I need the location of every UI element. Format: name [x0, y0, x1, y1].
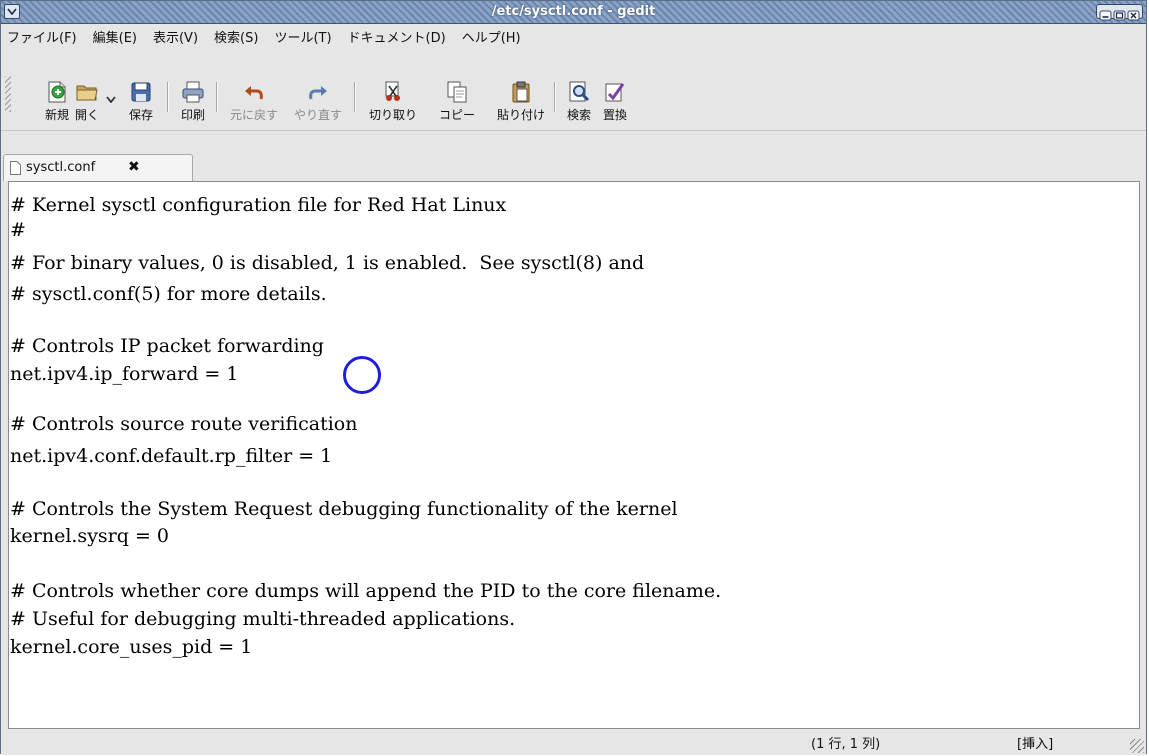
editor-line: # For binary values, 0 is disabled, 1 is…	[10, 252, 645, 274]
toolbar-separator	[554, 82, 556, 112]
replace-button[interactable]: 置換	[597, 80, 633, 124]
highlight-circle	[343, 356, 381, 394]
cut-button[interactable]: 切り取り	[361, 80, 425, 124]
minimize-button[interactable]	[1099, 6, 1112, 21]
editor-line: # Controls IP packet forwarding	[10, 335, 324, 357]
toolbar: 新規 開く 保存 印刷 元に戻す やり直す 切り取り コピー 貼り付け 検索 置…	[1, 48, 1146, 131]
cursor-position: (1 行, 1 列)	[811, 737, 881, 752]
find-button[interactable]: 検索	[561, 80, 597, 124]
editor-line: # Kernel sysctl configuration file for R…	[10, 194, 507, 216]
undo-icon	[245, 86, 263, 100]
search-icon	[569, 81, 590, 102]
window-title: /etc/sysctl.conf - gedit	[491, 4, 656, 19]
menu-tools[interactable]: ツール(T)	[274, 27, 331, 46]
maximize-icon	[1113, 10, 1126, 21]
paste-button[interactable]: 貼り付け	[493, 80, 549, 124]
redo-icon	[309, 86, 327, 100]
undo-button[interactable]: 元に戻す	[223, 80, 285, 124]
menu-bar: ファイル(F) 編集(E) 表示(V) 検索(S) ツール(T) ドキュメント(…	[1, 24, 1146, 48]
editor-line: # sysctl.conf(5) for more details.	[10, 283, 327, 305]
resize-grip[interactable]	[1130, 739, 1144, 753]
save-button[interactable]: 保存	[121, 80, 161, 124]
copy-button[interactable]: コピー	[433, 80, 481, 124]
toolbar-separator	[167, 82, 169, 112]
copy-icon	[447, 81, 467, 103]
tab-label: sysctl.conf	[26, 160, 96, 175]
editor-line: kernel.core_uses_pid = 1	[10, 636, 253, 658]
chevron-down-icon	[106, 96, 116, 103]
close-icon	[1127, 10, 1140, 21]
maximize-button[interactable]	[1113, 6, 1126, 21]
text-editor[interactable]: # Kernel sysctl configuration file for R…	[8, 181, 1140, 729]
menu-help[interactable]: ヘルプ(H)	[462, 27, 521, 46]
menu-edit[interactable]: 編集(E)	[93, 27, 137, 46]
editor-line: net.ipv4.ip_forward = 1	[10, 363, 239, 385]
editor-line: kernel.sysrq = 0	[10, 525, 170, 547]
menu-view[interactable]: 表示(V)	[153, 27, 198, 46]
insert-mode-indicator: [挿入]	[1017, 737, 1054, 752]
gedit-window: /etc/sysctl.conf - gedit ファイル(F) 編集(E) 表…	[0, 0, 1147, 755]
menu-search[interactable]: 検索(S)	[214, 27, 258, 46]
status-bar: (1 行, 1 列) [挿入]	[1, 729, 1146, 755]
toolbar-separator	[216, 82, 218, 112]
clipboard-icon	[512, 81, 530, 103]
redo-button[interactable]: やり直す	[287, 80, 349, 124]
menu-file[interactable]: ファイル(F)	[7, 27, 77, 46]
tab-close-icon[interactable]: ✖	[128, 159, 140, 175]
new-document-icon	[48, 81, 66, 103]
title-bar[interactable]: /etc/sysctl.conf - gedit	[1, 1, 1146, 24]
minimize-icon	[1099, 10, 1112, 21]
editor-line: # Controls whether core dumps will appen…	[10, 580, 722, 602]
editor-line: net.ipv4.conf.default.rp_filter = 1	[10, 445, 333, 467]
toolbar-grip[interactable]	[5, 76, 11, 112]
open-recent-dropdown[interactable]	[103, 88, 119, 132]
print-button[interactable]: 印刷	[175, 80, 211, 124]
editor-line: # Controls source route verification	[10, 413, 358, 435]
folder-icon	[76, 85, 98, 101]
scissors-icon	[385, 81, 400, 101]
document-icon	[10, 161, 21, 175]
tab-sysctl-conf[interactable]: sysctl.conf ✖	[3, 154, 193, 181]
printer-icon	[182, 81, 204, 103]
floppy-disk-icon	[131, 82, 151, 102]
toolbar-separator	[354, 82, 356, 112]
close-button[interactable]	[1127, 6, 1140, 21]
editor-line: # Controls the System Request debugging …	[10, 498, 678, 520]
replace-icon	[605, 83, 625, 102]
document-tabs: sysctl.conf ✖	[1, 151, 1146, 181]
open-button[interactable]: 開く	[67, 80, 107, 124]
menu-documents[interactable]: ドキュメント(D)	[348, 27, 446, 46]
window-controls	[1096, 4, 1143, 21]
editor-line: #	[10, 219, 26, 241]
editor-line: # Useful for debugging multi-threaded ap…	[10, 608, 516, 630]
